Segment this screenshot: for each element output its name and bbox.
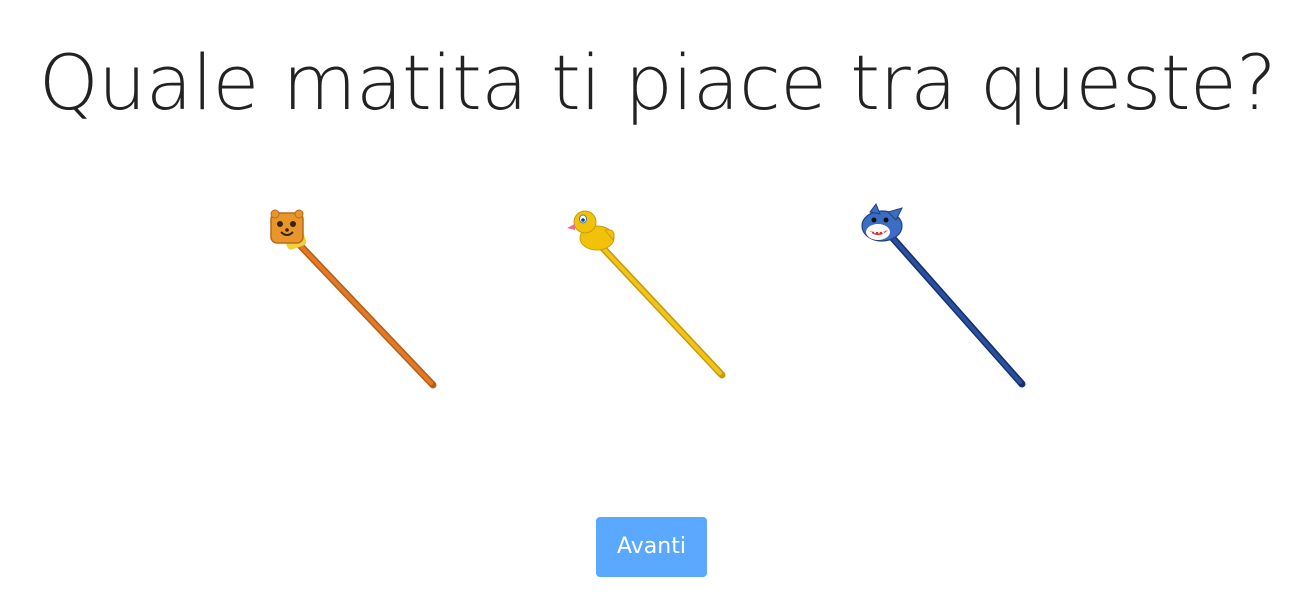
pencil-option-duck[interactable]	[555, 200, 740, 395]
pencil-option-bear[interactable]	[255, 200, 445, 395]
pencil-option-shark[interactable]	[850, 200, 1045, 400]
bear-pencil-icon	[270, 209, 437, 389]
next-button[interactable]: Avanti	[596, 517, 707, 577]
shark-pencil-icon	[861, 202, 1026, 388]
duck-pencil-icon	[567, 210, 726, 379]
